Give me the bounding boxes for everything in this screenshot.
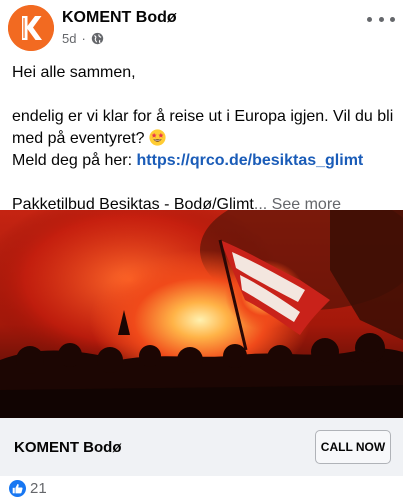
like-count: 21 [30, 479, 47, 497]
post-greeting: Hei alle sammen, [12, 64, 136, 81]
post-text: Hei alle sammen, endelig er vi klar for … [12, 58, 397, 216]
cta-bar: KOMENT Bodø CALL NOW [0, 418, 403, 476]
cta-page-name[interactable]: KOMENT Bodø [14, 439, 121, 456]
crowd-flares-photo [0, 210, 403, 418]
more-dots-icon [367, 16, 372, 22]
signup-link[interactable]: https://qrco.de/besiktas_glimt [137, 152, 364, 169]
like-icon [9, 479, 26, 497]
star-struck-emoji [149, 129, 166, 146]
post-meta: 5d · [62, 31, 104, 46]
post-timestamp[interactable]: 5d [62, 31, 76, 46]
post-body: endelig er vi klar for å reise ut i Euro… [12, 108, 394, 147]
globe-icon [91, 32, 103, 45]
reactions-bar[interactable]: 21 [0, 476, 403, 500]
post-header: KOMENT Bodø 5d · [0, 0, 403, 58]
meta-separator: · [81, 31, 86, 46]
more-options-button[interactable] [367, 10, 395, 28]
signup-line: Meld deg på her: https://qrco.de/besikta… [12, 152, 364, 169]
call-now-button[interactable]: CALL NOW [315, 430, 391, 464]
post-photo[interactable] [0, 210, 403, 418]
page-name[interactable]: KOMENT Bodø [62, 9, 177, 27]
koment-logo-icon [8, 5, 54, 51]
page-avatar[interactable] [8, 5, 54, 51]
